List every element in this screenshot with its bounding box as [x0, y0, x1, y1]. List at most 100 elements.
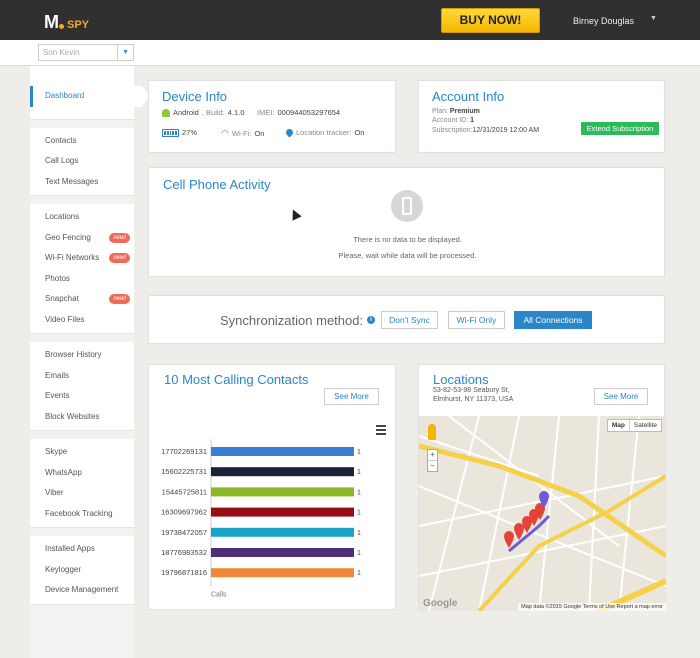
sidebar-item-locations[interactable]: Locations — [30, 207, 134, 228]
no-data-message: There is no data to be displayed. — [353, 235, 462, 244]
sidebar-item-events[interactable]: Events — [30, 386, 134, 407]
logo-text: SPY — [67, 18, 90, 31]
sidebar-item-facebook-tracking[interactable]: Facebook Tracking — [30, 504, 134, 525]
build-label: , Build: — [201, 108, 225, 117]
sidebar-item-label: Browser History — [45, 350, 102, 359]
sidebar-item-label: Keylogger — [45, 564, 82, 574]
bar-value-label: 1 — [357, 550, 361, 557]
bar-category-label: 15602225731 — [161, 467, 207, 476]
plan-value: Premium — [449, 108, 480, 115]
chevron-down-icon[interactable]: ▼ — [117, 45, 133, 60]
zoom-out-button[interactable]: − — [428, 460, 437, 471]
sidebar-item-whatsapp[interactable]: WhatsApp — [30, 463, 134, 484]
bar[interactable] — [211, 568, 354, 578]
tracker-value: On — [354, 128, 365, 137]
new-badge: new! — [109, 294, 130, 304]
contacts-see-more-button[interactable]: See More — [324, 388, 379, 405]
sidebar-group: Locations Geo Fencing new! Wi-Fi Networks ne… — [30, 204, 134, 334]
bar-category-label: 17702269131 — [161, 447, 207, 456]
wifi-icon: ◠ — [221, 128, 229, 138]
bar[interactable] — [211, 487, 354, 497]
street-view-pegman-icon[interactable] — [428, 424, 436, 440]
sidebar-item-label: Call Logs — [45, 156, 79, 165]
wifi-row: ◠ Wi-Fi: On — [221, 128, 264, 139]
tracker-label: Location tracker: — [296, 128, 352, 137]
buy-now-button[interactable]: BUY NOW! — [441, 8, 540, 33]
sidebar-item-viber[interactable]: Viber — [30, 483, 134, 504]
bar-value-label: 1 — [357, 510, 361, 517]
sidebar-item-installed-apps[interactable]: Installed Apps — [30, 539, 134, 560]
map-streets — [419, 416, 666, 611]
sidebar-item-geo-fencing[interactable]: Geo Fencing new! — [30, 228, 134, 249]
sidebar-item-call-logs[interactable]: Call Logs — [30, 151, 134, 172]
map-type-control: Map Satellite — [606, 419, 662, 432]
bar[interactable] — [211, 507, 354, 517]
sidebar-item-browser-history[interactable]: Browser History — [30, 345, 134, 366]
subscription-value: 12/31/2019 12:00 AM — [472, 127, 540, 134]
map-type-map-button[interactable]: Map — [608, 420, 629, 431]
sidebar-item-skype[interactable]: Skype — [30, 442, 134, 463]
sidebar-item-keylogger[interactable]: Keylogger — [30, 560, 134, 581]
sidebar-group: Browser History Emails Events Block Website… — [30, 342, 134, 431]
bar[interactable] — [211, 548, 354, 557]
bar[interactable] — [211, 527, 354, 537]
sidebar-item-label: Text Messages — [45, 176, 99, 186]
sidebar-item-photos[interactable]: Photos — [30, 269, 134, 290]
sidebar-separator — [30, 431, 134, 439]
bar[interactable] — [211, 447, 354, 456]
sidebar-item-device-management[interactable]: Device Management — [30, 580, 134, 601]
bar-category-label: 16309697962 — [161, 508, 207, 517]
sidebar-item-snapchat[interactable]: Snapchat new! — [30, 289, 134, 310]
cell-phone-activity-card: Cell Phone Activity There is no data to … — [148, 167, 665, 277]
mspy-logo[interactable]: M SPY — [44, 12, 89, 33]
map-type-satellite-button[interactable]: Satellite — [628, 420, 661, 431]
battery-row: 27% — [162, 128, 197, 137]
bar-value-label: 1 — [357, 530, 361, 537]
bar-value-label: 1 — [357, 469, 361, 476]
sidebar-item-emails[interactable]: Emails — [30, 366, 134, 387]
user-menu[interactable]: Birney Douglas — [573, 16, 634, 26]
location-pin-icon — [284, 127, 295, 138]
bar-value-label: 1 — [357, 489, 361, 496]
sidebar-item-label: Wi-Fi Networks — [45, 253, 100, 262]
subscription-label: Subscription: — [432, 127, 473, 134]
sidebar-item-dashboard[interactable]: Dashboard — [30, 86, 150, 107]
account-id-label: Account ID: — [432, 117, 469, 124]
device-select[interactable]: Son Kevin ▼ — [38, 44, 134, 61]
sidebar-item-text-messages[interactable]: Text Messages — [30, 172, 134, 193]
wifi-label: Wi-Fi: — [231, 129, 252, 138]
sidebar-item-label: Geo Fencing — [45, 232, 91, 242]
sidebar-item-label: Emails — [45, 370, 70, 380]
address-line-1: 53-82-53-98 Seabury St, — [433, 387, 510, 394]
sync-dont-sync-button[interactable]: Don't Sync — [381, 311, 438, 329]
android-icon — [162, 108, 170, 117]
wait-message: Please, wait while data will be processe… — [338, 251, 477, 260]
sidebar-item-contacts[interactable]: Contacts — [30, 131, 134, 152]
imei-row: IMEI: 000944053297654 — [257, 108, 340, 117]
top-bar: M SPY BUY NOW! Birney Douglas ▼ — [0, 0, 700, 40]
sidebar-item-label: Events — [45, 391, 70, 400]
wifi-value: On — [254, 129, 265, 138]
caret-down-icon[interactable]: ▼ — [650, 15, 657, 22]
chart-menu-icon[interactable] — [376, 425, 386, 437]
sync-all-connections-button[interactable]: All Connections — [514, 311, 592, 329]
sidebar-item-block-websites[interactable]: Block Websites — [30, 407, 134, 428]
locations-card: Locations 53-82-53-98 Seabury St, Elmhur… — [418, 364, 666, 611]
sidebar-item-label: Locations — [45, 212, 80, 221]
sidebar-item-video-files[interactable]: Video Files — [30, 310, 134, 331]
zoom-in-button[interactable]: + — [428, 450, 437, 460]
bar-category-label: 15445725811 — [162, 487, 207, 496]
sync-wifi-only-button[interactable]: Wi-Fi Only — [448, 311, 505, 329]
extend-subscription-button[interactable]: Extend Subscription — [581, 122, 659, 135]
map[interactable]: Map Satellite + − Google Map data ©2015 … — [419, 416, 666, 611]
sidebar-item-wi-fi-networks[interactable]: Wi-Fi Networks new! — [30, 248, 134, 269]
battery-icon — [162, 128, 179, 137]
device-bar: Son Kevin ▼ — [0, 40, 700, 66]
locations-see-more-button[interactable]: See More — [594, 388, 648, 405]
google-logo: Google — [423, 598, 458, 609]
bar-category-label: 18776983532 — [161, 548, 207, 557]
sidebar-group: Skype WhatsApp Viber Facebook Tracking — [30, 439, 134, 528]
info-icon[interactable]: i — [367, 316, 375, 324]
bar[interactable] — [211, 467, 354, 477]
phone-icon — [391, 190, 423, 222]
